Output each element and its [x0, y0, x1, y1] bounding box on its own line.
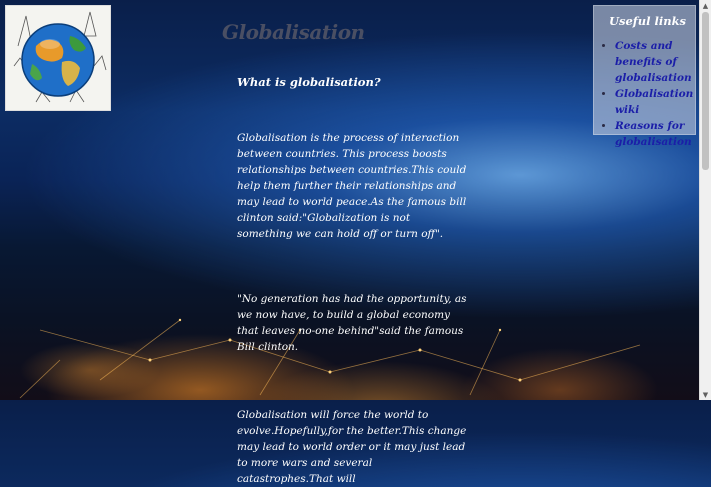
globe-with-landmarks-icon	[6, 6, 110, 110]
list-item: Costs and benefits of globalisation	[615, 38, 692, 86]
link-globalisation-wiki[interactable]: Globalisation wiki	[615, 88, 693, 116]
paragraph-definition: Globalisation is the process of interact…	[237, 132, 467, 240]
main-content: What is globalisation? Globalisation is …	[237, 74, 469, 487]
paragraph-quote: "No generation has had the opportunity, …	[237, 293, 467, 353]
useful-links-heading: Useful links	[608, 14, 687, 28]
scroll-up-arrow-icon[interactable]: ▲	[700, 0, 711, 11]
paragraph-future: Globalisation will force the world to ev…	[237, 409, 467, 485]
page-title: Globalisation	[222, 20, 365, 44]
list-item: Reasons for globalisation	[615, 118, 692, 150]
globe-logo	[5, 5, 111, 111]
list-item: Globalisation wiki	[615, 86, 693, 118]
useful-links-list: Costs and benefits of globalisation Glob…	[604, 38, 693, 150]
link-costs-and-benefits[interactable]: Costs and benefits of globalisation	[615, 40, 692, 84]
scroll-down-arrow-icon[interactable]: ▼	[700, 389, 711, 400]
vertical-scrollbar[interactable]: ▲ ▼	[699, 0, 711, 400]
scrollbar-thumb[interactable]	[702, 12, 709, 170]
useful-links-panel: Useful links Costs and benefits of globa…	[593, 5, 696, 148]
section-question: What is globalisation?	[237, 75, 381, 89]
link-reasons-for-globalisation[interactable]: Reasons for globalisation	[615, 120, 692, 148]
